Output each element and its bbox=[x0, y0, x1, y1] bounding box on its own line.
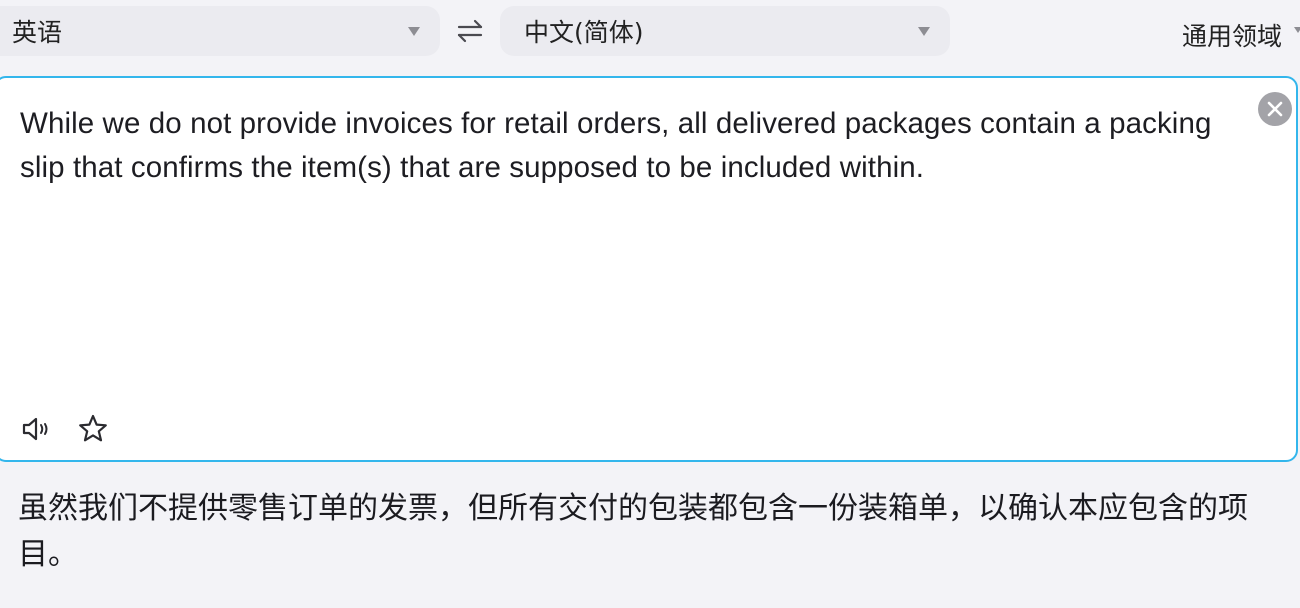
close-circle-icon[interactable] bbox=[1258, 92, 1292, 126]
star-outline-icon[interactable] bbox=[76, 412, 110, 446]
target-language-select[interactable]: 中文(简体) bbox=[500, 6, 950, 56]
domain-select[interactable]: 通用领域 bbox=[1182, 17, 1282, 53]
source-language-select[interactable]: 英语 bbox=[0, 6, 440, 56]
source-text-panel[interactable]: While we do not provide invoices for ret… bbox=[0, 76, 1298, 462]
language-bar: 英语 中文(简体) 通用领域 bbox=[0, 0, 1300, 66]
chevron-down-icon bbox=[918, 27, 930, 36]
target-language-label: 中文(简体) bbox=[524, 18, 644, 47]
source-language-label: 英语 bbox=[12, 18, 63, 47]
speaker-icon[interactable] bbox=[20, 412, 54, 446]
chevron-down-icon bbox=[408, 27, 420, 36]
chevron-down-icon bbox=[1294, 27, 1300, 33]
translation-result: 虽然我们不提供零售订单的发票，但所有交付的包装都包含一份装箱单，以确认本应包含的… bbox=[18, 491, 1248, 572]
source-text[interactable]: While we do not provide invoices for ret… bbox=[20, 102, 1260, 190]
swap-arrows-icon[interactable] bbox=[455, 16, 485, 46]
